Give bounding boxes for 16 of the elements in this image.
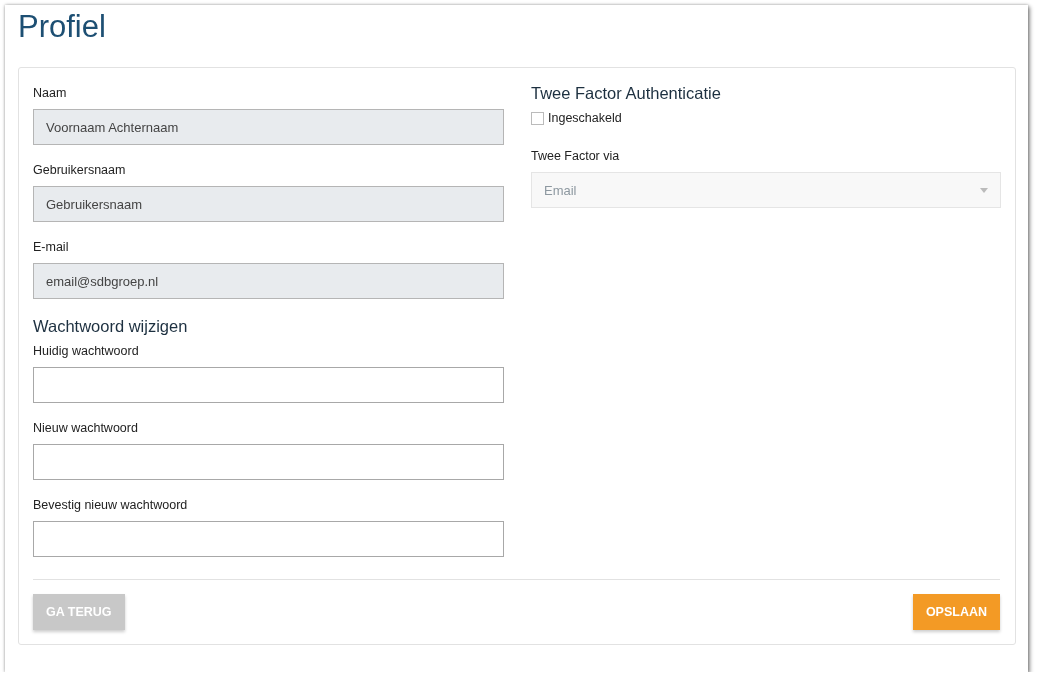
page-title: Profiel xyxy=(18,9,107,45)
password-field[interactable] xyxy=(33,521,504,557)
field-label: Huidig wachtwoord xyxy=(33,344,140,358)
field-label: Naam xyxy=(33,86,68,100)
field-label: Bevestig nieuw wachtwoord xyxy=(33,498,189,512)
checkbox[interactable] xyxy=(531,111,544,125)
password-field[interactable] xyxy=(33,444,504,480)
field-label: Nieuw wachtwoord xyxy=(33,421,139,435)
field-label: Twee Factor via xyxy=(531,149,621,163)
caret-icon xyxy=(980,187,988,193)
password-field[interactable] xyxy=(33,367,504,403)
field-label: E-mail xyxy=(33,240,70,254)
section-heading: Twee Factor Authenticatie xyxy=(531,84,722,103)
checkbox-label: Ingeschakeld xyxy=(548,111,622,125)
section-heading: Wachtwoord wijzigen xyxy=(33,317,189,336)
field-label: Gebruikersnaam xyxy=(33,163,127,177)
